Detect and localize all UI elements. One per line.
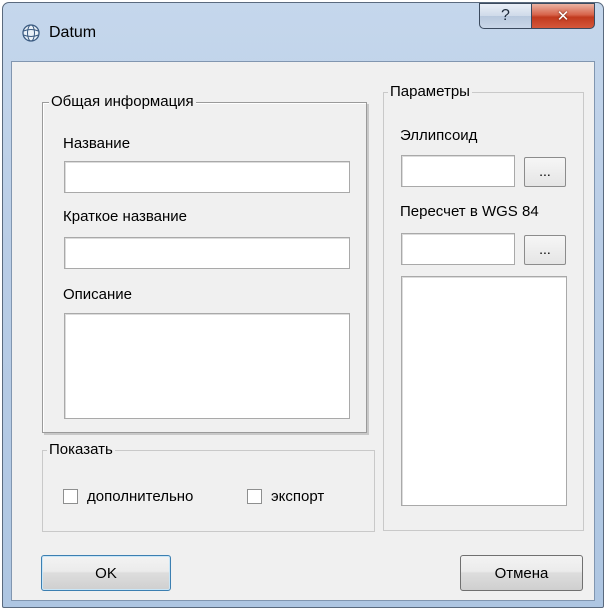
help-button[interactable]: ? bbox=[479, 3, 531, 29]
ellipsoid-browse-button[interactable]: ... bbox=[524, 157, 566, 187]
general-info-group: Общая информация Название Краткое назван… bbox=[42, 93, 367, 433]
cancel-button[interactable]: Отмена bbox=[460, 555, 583, 591]
parameters-legend: Параметры bbox=[388, 83, 472, 101]
ellipsoid-label: Эллипсоид bbox=[400, 127, 478, 144]
parameters-group: Параметры Эллипсоид ... Пересчет в WGS 8… bbox=[383, 83, 584, 531]
wgs84-label: Пересчет в WGS 84 bbox=[400, 203, 539, 220]
short-name-field[interactable] bbox=[64, 237, 350, 269]
globe-icon bbox=[21, 23, 41, 43]
window-title: Datum bbox=[49, 24, 97, 41]
close-icon: ✕ bbox=[556, 8, 570, 25]
wgs84-field[interactable] bbox=[401, 233, 515, 265]
wgs84-browse-button[interactable]: ... bbox=[524, 235, 566, 265]
export-label[interactable]: экспорт bbox=[271, 488, 324, 506]
help-icon: ? bbox=[501, 7, 510, 24]
description-label: Описание bbox=[63, 286, 133, 303]
short-name-label: Краткое название bbox=[63, 208, 188, 225]
show-legend: Показать bbox=[47, 441, 115, 459]
datum-dialog-window: Datum ? ✕ Общая информация Название Крат… bbox=[2, 2, 604, 608]
show-group: Показать дополнительно экспорт bbox=[42, 441, 375, 532]
ok-button[interactable]: OK bbox=[41, 555, 171, 591]
close-button[interactable]: ✕ bbox=[531, 3, 595, 29]
title-bar[interactable]: Datum ? ✕ bbox=[3, 3, 603, 61]
general-info-legend: Общая информация bbox=[49, 93, 196, 111]
dialog-client-area: Общая информация Название Краткое назван… bbox=[11, 61, 595, 601]
advanced-label[interactable]: дополнительно bbox=[87, 488, 193, 506]
ellipsoid-field[interactable] bbox=[401, 155, 515, 187]
advanced-checkbox[interactable] bbox=[63, 489, 78, 504]
export-checkbox[interactable] bbox=[247, 489, 262, 504]
name-label: Название bbox=[63, 135, 131, 152]
description-field[interactable] bbox=[64, 313, 350, 419]
wgs84-parameters-box bbox=[401, 276, 567, 506]
name-field[interactable] bbox=[64, 161, 350, 193]
